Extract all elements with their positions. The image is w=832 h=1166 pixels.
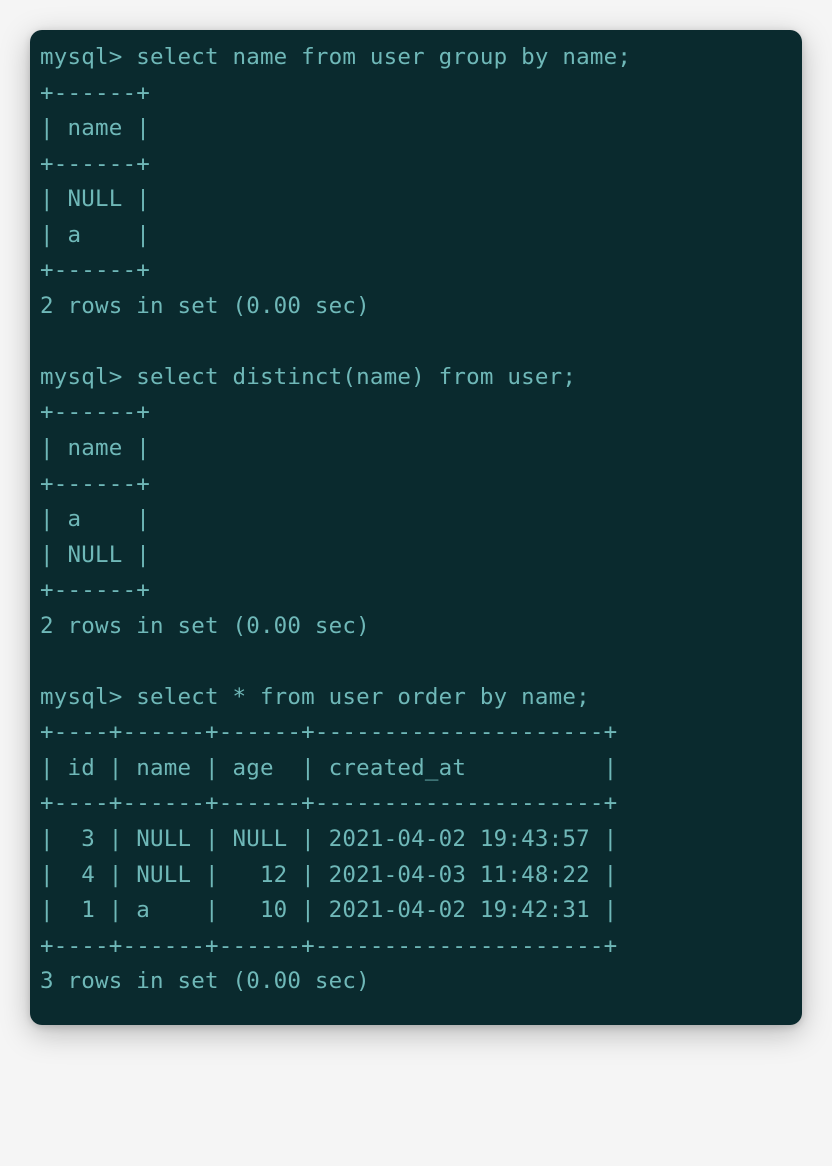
terminal-window: mysql> select name from user group by na… — [30, 30, 802, 1025]
terminal-output: mysql> select name from user group by na… — [40, 40, 792, 1000]
